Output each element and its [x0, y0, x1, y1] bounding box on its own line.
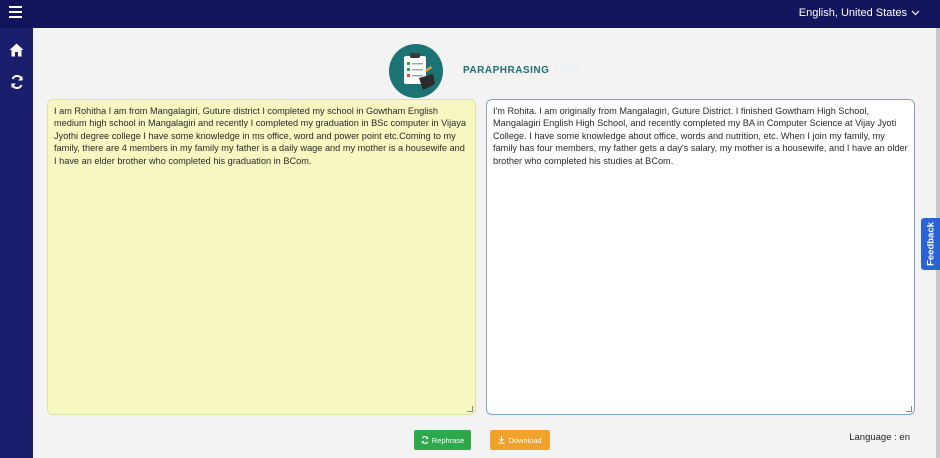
download-button[interactable]: Download [490, 430, 550, 450]
sidebar [0, 28, 33, 458]
language-indicator: Language : en [849, 432, 910, 443]
page-title-main: PARAPHRASING [463, 65, 550, 76]
download-icon [498, 436, 505, 444]
home-icon[interactable] [8, 41, 25, 58]
main-content: PARAPHRASING TOOL I am Rohitha I am from… [33, 28, 936, 458]
page-title-secondary: TOOL [552, 65, 583, 76]
language-selector[interactable]: English, United States [799, 7, 920, 19]
clipboard-logo-icon [389, 44, 443, 98]
output-textarea[interactable]: I'm Rohita. I am originally from Mangala… [486, 99, 915, 415]
refresh-icon[interactable] [8, 73, 25, 90]
refresh-icon [421, 436, 429, 444]
page-title: PARAPHRASING TOOL [463, 65, 582, 76]
feedback-label: Feedback [925, 222, 936, 266]
feedback-tab[interactable]: Feedback [921, 218, 940, 270]
resize-handle[interactable] [906, 406, 912, 412]
download-button-label: Download [508, 435, 542, 445]
chevron-down-icon [911, 10, 920, 16]
resize-handle[interactable] [467, 406, 473, 412]
rephrase-button[interactable]: Rephrase [414, 430, 471, 450]
input-textarea[interactable]: I am Rohitha I am from Mangalagiri, Gutu… [47, 99, 476, 415]
input-text: I am Rohitha I am from Mangalagiri, Gutu… [54, 106, 466, 166]
language-selector-label: English, United States [798, 7, 907, 19]
rephrase-button-label: Rephrase [431, 435, 465, 445]
hamburger-menu-icon[interactable] [9, 6, 23, 20]
top-navbar: English, United States [0, 0, 940, 28]
output-text: I'm Rohita. I am originally from Mangala… [493, 106, 908, 166]
